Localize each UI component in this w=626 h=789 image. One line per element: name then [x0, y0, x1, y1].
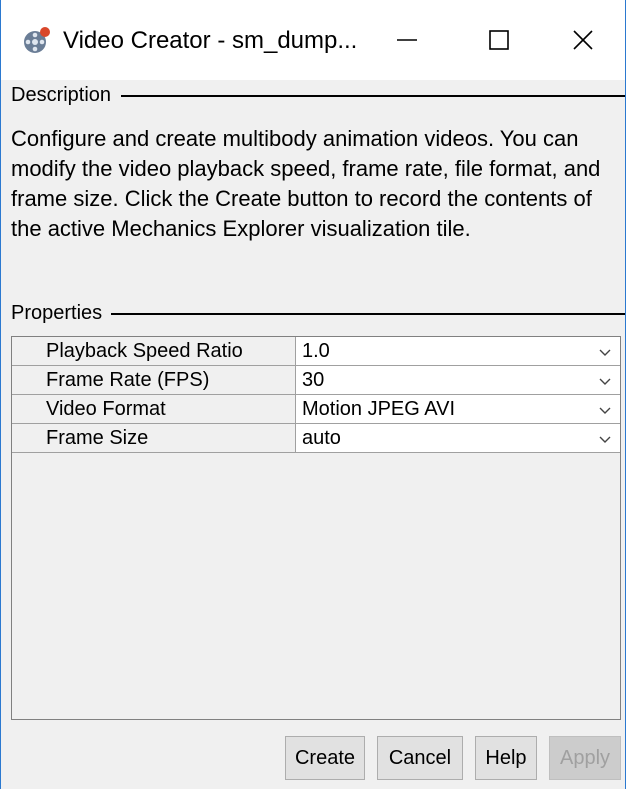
maximize-button[interactable] — [453, 0, 545, 80]
title-bar[interactable]: Video Creator - sm_dump... — [1, 0, 625, 80]
property-value: 30 — [302, 369, 325, 391]
minimize-icon — [397, 39, 417, 41]
property-row-frame-rate[interactable]: Frame Rate (FPS) 30 — [12, 366, 620, 395]
chevron-down-icon[interactable] — [598, 345, 612, 359]
property-value: Motion JPEG AVI — [302, 398, 456, 420]
maximize-icon — [489, 30, 509, 50]
minimize-button[interactable] — [361, 0, 453, 80]
window-title: Video Creator - sm_dump... — [63, 27, 358, 54]
property-value-dropdown[interactable]: auto — [296, 424, 620, 452]
property-row-video-format[interactable]: Video Format Motion JPEG AVI — [12, 395, 620, 424]
properties-table: Playback Speed Ratio 1.0 Frame Rate (FPS… — [11, 336, 621, 720]
property-value-dropdown[interactable]: 1.0 — [296, 337, 620, 365]
property-name: Playback Speed Ratio — [12, 337, 296, 365]
film-reel-icon — [24, 27, 50, 53]
apply-button[interactable]: Apply — [549, 736, 621, 780]
property-value-dropdown[interactable]: Motion JPEG AVI — [296, 395, 620, 423]
help-button[interactable]: Help — [475, 736, 537, 780]
close-icon — [573, 30, 593, 50]
property-row-frame-size[interactable]: Frame Size auto — [12, 424, 620, 453]
property-name: Frame Rate (FPS) — [12, 366, 296, 394]
video-creator-window: Video Creator - sm_dump... Description C… — [0, 0, 626, 789]
property-value: 1.0 — [302, 340, 330, 362]
create-button[interactable]: Create — [285, 736, 365, 780]
property-value-dropdown[interactable]: 30 — [296, 366, 620, 394]
chevron-down-icon[interactable] — [598, 374, 612, 388]
property-row-playback-speed[interactable]: Playback Speed Ratio 1.0 — [12, 337, 620, 366]
cancel-button[interactable]: Cancel — [377, 736, 463, 780]
description-group-title: Description — [11, 80, 118, 110]
property-name: Video Format — [12, 395, 296, 423]
close-button[interactable] — [537, 0, 626, 80]
properties-divider — [111, 313, 625, 315]
description-divider — [121, 95, 625, 97]
chevron-down-icon[interactable] — [598, 432, 612, 446]
description-text: Configure and create multibody animation… — [11, 126, 601, 241]
chevron-down-icon[interactable] — [598, 403, 612, 417]
properties-group-title: Properties — [11, 298, 109, 328]
property-name: Frame Size — [12, 424, 296, 452]
property-value: auto — [302, 427, 341, 449]
